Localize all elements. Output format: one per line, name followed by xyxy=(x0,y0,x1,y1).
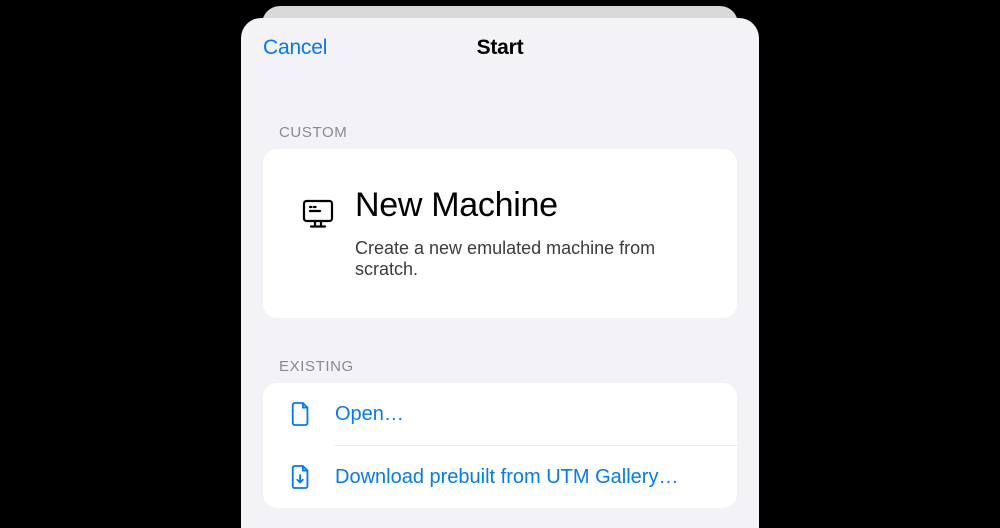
section-header-existing: EXISTING xyxy=(241,318,759,383)
custom-card: New Machine Create a new emulated machin… xyxy=(263,149,737,318)
computer-icon xyxy=(299,199,337,229)
document-download-icon xyxy=(281,464,321,490)
page-title: Start xyxy=(263,36,737,60)
nav-bar: Cancel Start xyxy=(241,18,759,78)
document-icon xyxy=(281,401,321,427)
open-row[interactable]: Open… xyxy=(263,383,737,445)
existing-card: Open… Download prebuilt from UTM Gallery… xyxy=(263,383,737,508)
new-machine-row[interactable]: New Machine Create a new emulated machin… xyxy=(263,149,737,318)
modal-sheet: Cancel Start CUSTOM New Machine Create a… xyxy=(241,18,759,528)
download-gallery-row[interactable]: Download prebuilt from UTM Gallery… xyxy=(263,446,737,508)
new-machine-subtitle: Create a new emulated machine from scrat… xyxy=(355,238,707,280)
new-machine-text: New Machine Create a new emulated machin… xyxy=(355,187,707,280)
cancel-button[interactable]: Cancel xyxy=(263,36,327,60)
section-header-custom: CUSTOM xyxy=(241,78,759,149)
download-gallery-label: Download prebuilt from UTM Gallery… xyxy=(321,466,719,489)
open-label: Open… xyxy=(321,403,719,426)
new-machine-title: New Machine xyxy=(355,187,707,224)
